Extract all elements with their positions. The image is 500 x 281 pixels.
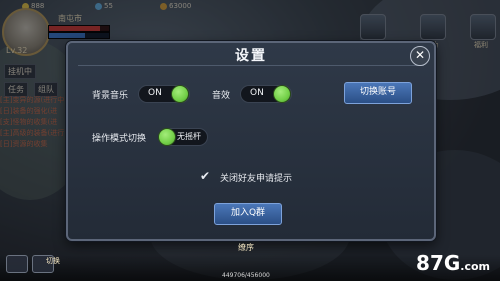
bottom-label: 缭序 xyxy=(238,243,254,252)
close-icon: ✕ xyxy=(414,48,426,62)
control-mode-label: 操作模式切换 xyxy=(92,134,147,144)
friend-request-checkbox[interactable]: ✔ xyxy=(200,170,212,182)
toggle-knob xyxy=(171,85,189,103)
settings-dialog: 设置 ✕ 背景音乐 ON 音效 ON 切换账号 操作模式切换 无摇杆 ✔ 关闭好… xyxy=(66,41,436,241)
switch-account-button[interactable]: 切换账号 xyxy=(344,82,412,104)
sfx-label: 音效 xyxy=(212,91,231,101)
sfx-toggle-text: ON xyxy=(250,88,264,98)
music-toggle[interactable]: ON xyxy=(138,85,190,103)
checkmark-icon: ✔ xyxy=(200,169,211,183)
chat-button[interactable] xyxy=(6,255,28,273)
dialog-title: 设置 xyxy=(235,48,267,64)
close-button[interactable]: ✕ xyxy=(410,46,430,66)
control-mode-toggle[interactable]: 无摇杆 xyxy=(158,128,208,146)
exp-text: 449706/456000 xyxy=(222,272,270,279)
watermark: 87G.com xyxy=(416,251,490,275)
music-toggle-text: ON xyxy=(148,88,162,98)
control-mode-text: 无摇杆 xyxy=(177,132,201,141)
join-qq-group-button[interactable]: 加入Q群 xyxy=(214,203,282,225)
sfx-toggle[interactable]: ON xyxy=(240,85,292,103)
toggle-knob xyxy=(158,128,176,146)
chat-switch-label: 切换 xyxy=(46,257,60,265)
friend-request-label: 关闭好友申请提示 xyxy=(220,174,293,184)
music-label: 背景音乐 xyxy=(92,91,129,101)
title-divider xyxy=(78,65,424,66)
toggle-knob xyxy=(273,85,291,103)
